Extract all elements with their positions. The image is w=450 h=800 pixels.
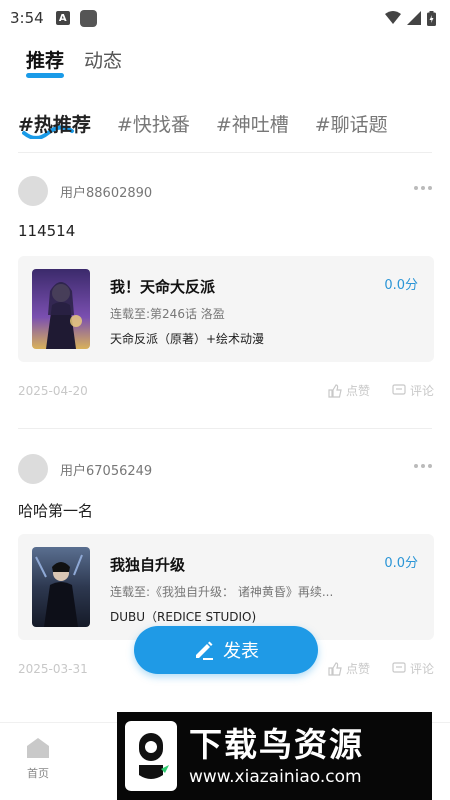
more-icon[interactable]: [414, 464, 432, 468]
post-header: 用户67056249: [18, 454, 152, 484]
comment-icon: [392, 384, 406, 395]
watermark-title: 下载鸟资源: [189, 725, 364, 764]
like-button[interactable]: 点赞: [328, 660, 370, 677]
watermark-url: www.xiazainiao.com: [189, 767, 362, 787]
divider: [18, 152, 432, 153]
signal-icon: [407, 11, 421, 25]
app-a-icon: A: [55, 11, 70, 25]
topic-tab-roast[interactable]: #神吐槽: [216, 110, 289, 137]
like-label: 点赞: [345, 384, 370, 398]
publish-label: 发表: [223, 641, 259, 662]
topic-tab-hot[interactable]: #热推荐: [18, 110, 91, 139]
publish-button[interactable]: 发表: [134, 626, 318, 674]
comic-title: 我！天命大反派: [110, 278, 216, 296]
username[interactable]: 用户67056249: [60, 460, 152, 479]
post-text: 114514: [18, 222, 76, 240]
watermark-texts: 下载鸟资源 www.xiazainiao.com: [189, 724, 364, 788]
tab-active-indicator: [26, 73, 65, 78]
comic-update: 连载至:《我独自升级： 诸神黄昏》再续...: [110, 585, 334, 599]
comic-card[interactable]: 我独自升级 0.0分 连载至:《我独自升级： 诸神黄昏》再续... DUBU（R…: [18, 534, 434, 640]
topic-tab-chat-label: #聊话题: [314, 114, 388, 136]
topic-tab-roast-label: #神吐槽: [215, 114, 289, 136]
home-icon: [27, 738, 49, 758]
post-header: 用户88602890: [18, 176, 152, 206]
app-square-icon: [79, 9, 97, 27]
top-tabs: 推荐 动态: [26, 46, 122, 78]
like-button[interactable]: 点赞: [328, 382, 370, 399]
thumb-up-icon: [328, 383, 342, 398]
comic-card[interactable]: 我！天命大反派 0.0分 连载至:第246话 洛盈 天命反派（原著）+绘术动漫: [18, 256, 434, 362]
topic-tab-find[interactable]: #快找番: [117, 110, 190, 137]
avatar[interactable]: [18, 454, 48, 484]
avatar[interactable]: [18, 176, 48, 206]
comic-author: 天命反派（原著）+绘术动漫: [110, 332, 265, 346]
pencil-icon: [196, 641, 213, 660]
thumb-up-icon: [328, 661, 342, 676]
comic-cover: [32, 269, 90, 349]
post-actions: 点赞 评论: [328, 382, 434, 399]
tab-feed-label: 动态: [84, 50, 123, 72]
post-footer: 2025-04-20 点赞 评论: [18, 382, 434, 399]
nav-home[interactable]: 首页: [26, 737, 50, 781]
status-time: 3:54: [10, 9, 44, 27]
post-actions: 点赞 评论: [328, 660, 434, 677]
topic-tab-hot-label: #热推荐: [18, 114, 91, 136]
comic-score: 0.0分: [384, 278, 418, 293]
comic-update: 连载至:第246话 洛盈: [110, 307, 225, 321]
topic-tab-chat[interactable]: #聊话题: [315, 110, 388, 137]
nav-home-label: 首页: [27, 767, 49, 780]
watermark-banner: 下载鸟资源 www.xiazainiao.com: [117, 712, 432, 800]
comment-button[interactable]: 评论: [392, 382, 434, 399]
post-text: 哈哈第一名: [18, 502, 94, 520]
comic-cover: [32, 547, 90, 627]
comic-score: 0.0分: [384, 556, 418, 571]
bird-logo-icon: [125, 721, 177, 791]
comment-button[interactable]: 评论: [392, 660, 434, 677]
tab-recommend-label: 推荐: [26, 50, 65, 72]
tab-recommend[interactable]: 推荐: [26, 46, 65, 78]
tab-feed[interactable]: 动态: [84, 46, 122, 73]
more-icon[interactable]: [414, 186, 432, 190]
comment-label: 评论: [409, 662, 434, 676]
comic-author: DUBU（REDICE STUDIO): [110, 610, 257, 624]
comment-icon: [392, 662, 406, 673]
username[interactable]: 用户88602890: [60, 182, 152, 201]
comic-title: 我独自升级: [110, 556, 186, 574]
post-date: 2025-03-31: [18, 661, 88, 676]
status-bar: 3:54 A: [0, 0, 450, 36]
divider: [18, 428, 432, 429]
status-indicators: [385, 10, 436, 26]
battery-icon: [427, 10, 436, 26]
like-label: 点赞: [345, 662, 370, 676]
comment-label: 评论: [409, 384, 434, 398]
topic-tab-find-label: #快找番: [116, 114, 190, 136]
topic-tabs: #热推荐 #快找番 #神吐槽 #聊话题: [18, 110, 388, 139]
post-date: 2025-04-20: [18, 383, 88, 398]
wifi-icon: [385, 11, 401, 24]
